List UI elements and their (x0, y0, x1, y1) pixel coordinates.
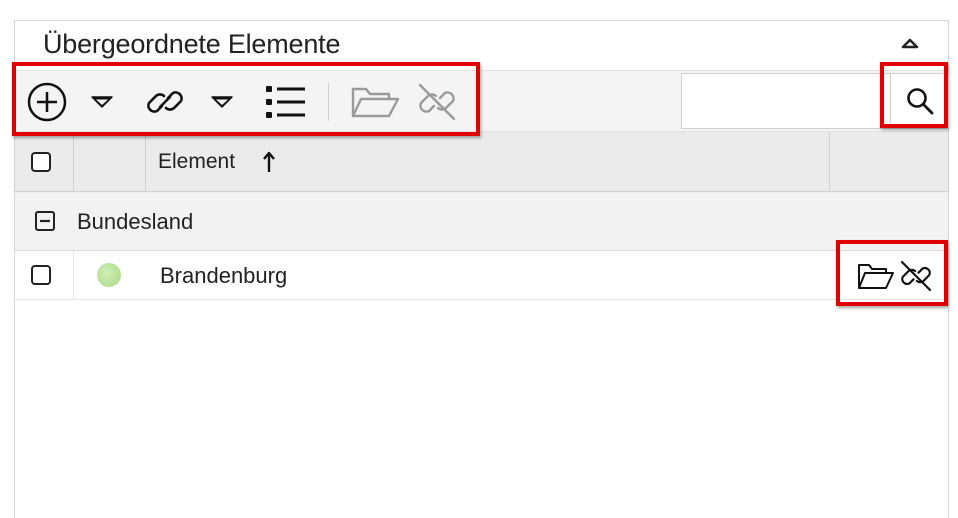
row-checkbox[interactable] (31, 265, 51, 285)
search-button[interactable] (891, 73, 949, 129)
add-dropdown-button[interactable] (87, 81, 117, 123)
group-row: Bundesland (15, 193, 948, 251)
table-header: Element (15, 132, 948, 192)
select-all-checkbox[interactable] (31, 152, 51, 172)
row-unlink-button[interactable] (897, 257, 935, 300)
search-input[interactable] (681, 73, 891, 129)
collapse-group-icon[interactable] (35, 211, 55, 231)
add-button[interactable] (25, 81, 69, 123)
folder-open-icon (351, 87, 400, 118)
parent-elements-panel: Übergeordnete Elemente Element Bundeslan… (14, 20, 949, 518)
panel-title: Übergeordnete Elemente (43, 29, 341, 59)
column-header-element[interactable]: Element (158, 150, 235, 174)
group-label: Bundesland (77, 209, 194, 234)
link-dropdown-button[interactable] (207, 81, 237, 123)
unlink-icon (900, 260, 932, 292)
list-icon (266, 86, 305, 118)
row-actions (857, 257, 935, 300)
column-divider (73, 251, 74, 299)
open-button[interactable] (349, 81, 401, 123)
unlink-button[interactable] (413, 81, 461, 123)
toolbar-separator (328, 83, 329, 121)
collapse-button[interactable] (899, 35, 921, 51)
unlink-icon (418, 83, 456, 121)
toolbar (15, 70, 949, 132)
list-view-button[interactable] (263, 81, 309, 123)
dropdown-arrow-icon (211, 96, 233, 108)
status-indicator (97, 263, 121, 287)
row-label[interactable]: Brandenburg (160, 263, 287, 289)
column-divider (145, 132, 146, 191)
folder-open-icon (858, 264, 894, 289)
sort-ascending-icon[interactable] (262, 150, 276, 174)
table-row[interactable]: Brandenburg (15, 251, 948, 300)
dropdown-arrow-icon (91, 96, 113, 108)
column-divider (829, 132, 830, 191)
link-icon (147, 91, 183, 113)
search-icon (907, 88, 934, 115)
link-button[interactable] (141, 81, 189, 123)
column-divider (73, 132, 74, 191)
chevron-up-icon (901, 38, 919, 49)
add-circle-icon (27, 82, 67, 122)
row-open-button[interactable] (857, 261, 895, 296)
